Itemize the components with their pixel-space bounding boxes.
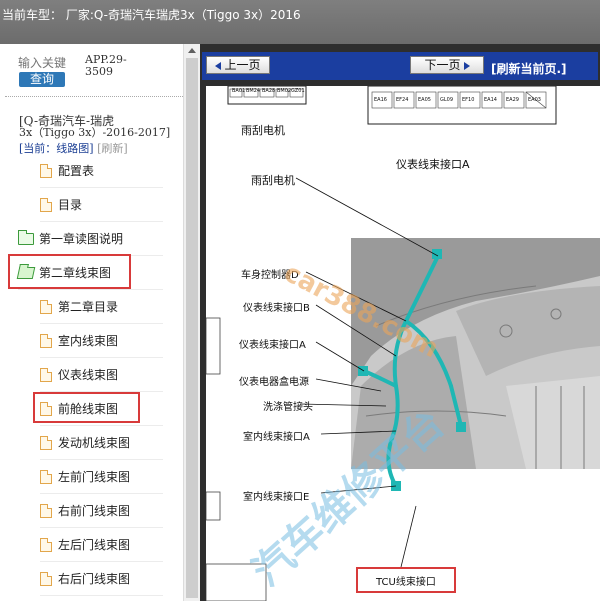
app-code: APP.29-3509 [85,53,127,78]
connector-pin-label: BA28 [262,88,276,94]
document-icon [40,469,52,484]
document-icon [40,197,52,212]
search-button[interactable]: 查询 [19,72,65,87]
tree-item-label: 仪表线束图 [58,368,119,382]
highlight-box [8,254,131,289]
tree-item-indoor-harness[interactable]: 室内线束图 [40,324,163,358]
label-instrument-connector-a-top: 仪表线束接口A [396,158,470,171]
document-icon [40,333,52,348]
tree-item-label: 目录 [58,198,83,212]
document-icon [40,435,52,450]
divider [5,96,183,97]
tree-item-label: 第二章目录 [58,300,119,314]
tree-item-instrument-harness[interactable]: 仪表线束图 [40,358,163,392]
tree-item-config[interactable]: 配置表 [40,154,163,188]
title-bar: 当前车型： 厂家:Q-奇瑞汽车瑞虎3x（Tiggo 3x）2016 [0,0,600,44]
refresh-page-link[interactable]: [刷新当前页.] [491,60,567,77]
connector-pin-label: EA14 [484,97,497,103]
label-wiper-motor-2: 雨刮电机 [251,174,295,187]
next-page-button[interactable]: 下一页 [410,56,484,74]
triangle-left-icon [215,61,222,70]
connector-pin-label: BM24 [246,88,261,94]
tree-item-left-rear-door[interactable]: 左后门线束图 [40,528,163,562]
document-icon [40,571,52,586]
tree-item-label: 右后门线束图 [58,572,131,586]
tree-item-label: 发动机线束图 [58,436,131,450]
folder-icon [18,229,34,245]
tcu-highlight-box [356,567,456,593]
wiring-diagram-page: BA01 BM24 BA28 BM02 GZ01 EA16 EF24 EA05 … [206,86,600,601]
tree-item-chapter1[interactable]: 第一章读图说明 [18,222,163,256]
document-icon [40,367,52,382]
car-info-line2: 3x（Tiggo 3x）-2016-2017] [19,126,171,139]
sidebar-scrollbar[interactable] [183,44,200,601]
label-instrument-connector-a: 仪表线束接口A [239,340,306,351]
connector-pin-label: EA29 [506,97,519,103]
tree-item-right-rear-door[interactable]: 右后门线束图 [40,562,163,596]
tree-item-label: 左前门线束图 [58,470,131,484]
page-nav-bar: 上一页 下一页 [刷新当前页.] [202,52,598,80]
search-input[interactable] [18,54,78,72]
sidebar: 查询 APP.29-3509 [Q-奇瑞汽车-瑞虎 3x（Tiggo 3x）-2… [0,44,183,601]
connector-pin-label: BA01 [232,88,246,94]
connector-pin-label: EF24 [396,97,409,103]
tree-item-label: 左后门线束图 [58,538,131,552]
triangle-right-icon [463,61,470,70]
connector-pin-label: EA16 [374,97,387,103]
tree-item-label: 右前门线束图 [58,504,131,518]
connector-pin-label: GZ01 [291,88,305,94]
tree-item-label: 第一章读图说明 [39,232,124,246]
tree-item-contents[interactable]: 目录 [40,188,163,222]
prev-page-button[interactable]: 上一页 [206,56,270,74]
current-model-title: 当前车型： 厂家:Q-奇瑞汽车瑞虎3x（Tiggo 3x）2016 [2,8,301,22]
connector-pin-label: EF10 [462,97,475,103]
tree-item-left-front-door[interactable]: 左前门线束图 [40,460,163,494]
tree-item-chapter2-contents[interactable]: 第二章目录 [40,290,163,324]
document-icon [40,163,52,178]
tree-item-label: 室内线束图 [58,334,119,348]
document-icon [40,299,52,314]
label-wiper-motor: 雨刮电机 [241,124,285,137]
label-instrument-connector-b: 仪表线束接口B [243,303,310,314]
highlight-box [33,392,140,423]
document-viewer: 上一页 下一页 [刷新当前页.] BA01 BM24 BA28 BM02 GZ0… [200,44,600,601]
tree-item-label: 配置表 [58,164,95,178]
connector-pin-label: BM02 [277,88,292,94]
tree-item-right-front-door[interactable]: 右前门线束图 [40,494,163,528]
scrollbar-thumb[interactable] [186,58,198,598]
tree-item-engine-harness[interactable]: 发动机线束图 [40,426,163,460]
car-info: [Q-奇瑞汽车-瑞虎 3x（Tiggo 3x）-2016-2017] [19,115,183,139]
connector-pin-label: EA05 [418,97,431,103]
connector-pin-label: EA03 [528,97,541,103]
scroll-up-arrow-icon[interactable] [188,48,196,53]
label-indoor-connector-a: 室内线束接口A [243,432,310,443]
next-page-label: 下一页 [424,58,461,72]
document-icon [40,503,52,518]
document-icon [40,537,52,552]
label-washer-connector: 洗涤管接头 [263,402,313,413]
connector-pin-label: GL09 [440,97,454,103]
prev-page-label: 上一页 [224,58,261,72]
label-instrument-power-box: 仪表电器盒电源 [239,377,309,388]
